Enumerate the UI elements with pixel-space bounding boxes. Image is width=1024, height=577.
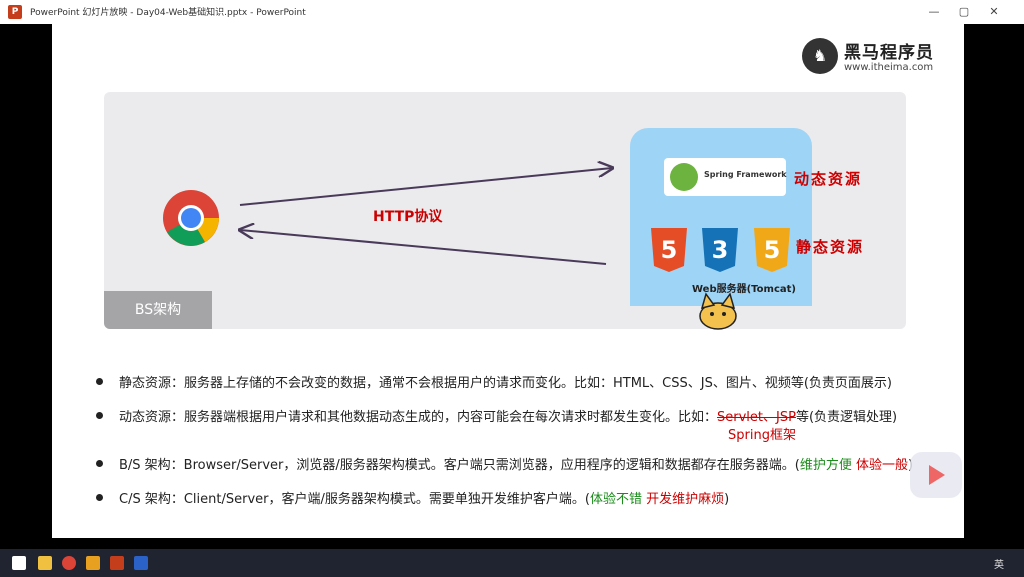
file-explorer-icon[interactable] (38, 556, 52, 570)
bullet-dot (96, 494, 103, 501)
bullet-dot (96, 460, 103, 467)
app-taskbar-icon[interactable] (86, 556, 100, 570)
windows-start-icon[interactable] (12, 556, 26, 570)
play-icon (929, 465, 945, 485)
slide[interactable]: ♞ 黑马程序员 www.itheima.com BS架构 Spring Fram… (52, 24, 964, 538)
windows-taskbar: 英 (0, 549, 1024, 577)
powerpoint-taskbar-icon[interactable] (110, 556, 124, 570)
handwritten-spring-note: Spring框架 (728, 428, 796, 443)
bullet-dot (96, 412, 103, 419)
window-titlebar: P PowerPoint 幻灯片放映 - Day04-Web基础知识.pptx … (0, 0, 1024, 25)
bullet-static-resource: 静态资源：服务器上存储的不会改变的数据，通常不会根据用户的请求而变化。比如：HT… (96, 372, 892, 392)
close-button[interactable]: ✕ (980, 2, 1008, 22)
bullet-dynamic-resource: 动态资源：服务器端根据用户请求和其他数据动态生成的，内容可能会在每次请求时都发生… (96, 406, 897, 426)
http-protocol-label: HTTP协议 (373, 209, 443, 225)
ide-taskbar-icon[interactable] (134, 556, 148, 570)
chrome-taskbar-icon[interactable] (62, 556, 76, 570)
minimize-button[interactable]: — (920, 2, 948, 22)
window-title: PowerPoint 幻灯片放映 - Day04-Web基础知识.pptx - … (30, 8, 306, 18)
ime-indicator[interactable]: 英 (994, 556, 1004, 571)
bullet-cs-architecture: C/S 架构：Client/Server，客户端/服务器架构模式。需要单独开发维… (96, 488, 729, 508)
bullet-bs-architecture: B/S 架构：Browser/Server，浏览器/服务器架构模式。客户端只需浏… (96, 454, 913, 474)
video-play-button[interactable] (910, 452, 962, 498)
letterbox-right (964, 24, 1024, 538)
powerpoint-icon: P (8, 5, 22, 19)
bullet-dot (96, 378, 103, 385)
letterbox-left (0, 24, 52, 538)
restore-button[interactable]: ▢ (950, 2, 978, 22)
